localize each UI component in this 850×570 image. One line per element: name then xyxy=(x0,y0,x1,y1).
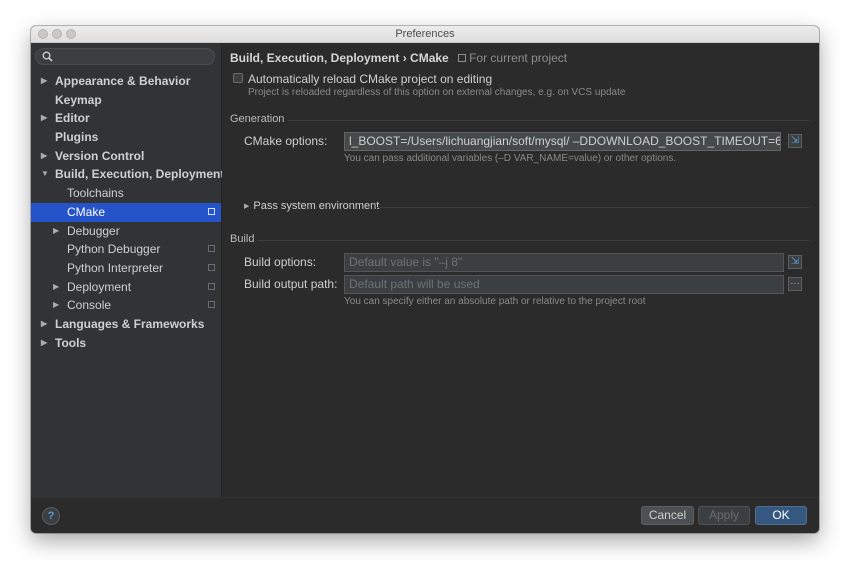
sidebar-item-label: Debugger xyxy=(67,223,120,238)
sidebar-item-label: Languages & Frameworks xyxy=(55,316,205,331)
sidebar-item-tools[interactable]: ▶ Tools xyxy=(31,334,221,353)
sidebar-item-label: Console xyxy=(67,298,112,313)
build-output-path-label: Build output path: xyxy=(244,277,338,291)
sidebar-item-plugins[interactable]: Plugins xyxy=(31,128,221,147)
settings-tree: ▶ Appearance & Behavior Keymap ▶ Editor Plugi… xyxy=(31,72,225,353)
search-icon xyxy=(42,51,53,62)
sidebar-item-label: Plugins xyxy=(55,130,99,145)
expand-arrow-icon[interactable]: ▶ xyxy=(53,296,59,315)
sidebar-item-python-debugger[interactable]: Python Debugger xyxy=(31,240,221,259)
sidebar-item-label: Toolchains xyxy=(67,186,124,201)
expand-arrow-icon[interactable]: ▶ xyxy=(41,147,47,166)
settings-sidebar: ▶ Appearance & Behavior Keymap ▶ Editor Plugi… xyxy=(31,43,225,498)
expand-arrow-icon[interactable]: ▶ xyxy=(41,334,47,353)
sidebar-item-label: Build, Execution, Deployment xyxy=(55,167,225,182)
sidebar-item-appearance-behavior[interactable]: ▶ Appearance & Behavior xyxy=(31,72,221,91)
project-copy-icon xyxy=(208,301,215,309)
breadcrumb-separator: › xyxy=(402,51,407,65)
project-copy-icon xyxy=(208,263,215,271)
expand-triangle-icon: ▶ xyxy=(244,203,250,210)
dialog-footer: ? Cancel Apply OK xyxy=(31,497,819,533)
cmake-options-hint: You can pass additional variables (–D VA… xyxy=(344,153,677,164)
sidebar-item-debugger[interactable]: ▶ Debugger xyxy=(31,222,221,241)
pass-system-environment-toggle[interactable]: ▶ Pass system environment xyxy=(244,200,379,212)
sidebar-item-label: Tools xyxy=(55,335,87,350)
zoom-window-button[interactable] xyxy=(66,29,76,39)
sidebar-item-label: Deployment xyxy=(67,279,132,294)
sidebar-item-label: Python Interpreter xyxy=(67,260,164,275)
window-title: Preferences xyxy=(395,28,455,40)
sidebar-item-python-interpreter[interactable]: Python Interpreter xyxy=(31,259,221,278)
cmake-options-label: CMake options: xyxy=(244,134,328,148)
ok-button[interactable]: OK xyxy=(755,506,807,525)
auto-reload-checkbox[interactable] xyxy=(233,73,243,83)
sidebar-item-toolchains[interactable]: Toolchains xyxy=(31,184,221,203)
sidebar-item-label: Editor xyxy=(55,111,90,126)
build-output-path-input[interactable]: Default path will be used xyxy=(344,275,784,294)
project-copy-icon xyxy=(208,282,215,290)
sidebar-item-console[interactable]: ▶ Console xyxy=(31,296,221,315)
sidebar-item-keymap[interactable]: Keymap xyxy=(31,91,221,110)
sidebar-item-build-execution-deployment[interactable]: ▼ Build, Execution, Deployment xyxy=(31,165,225,184)
sidebar-item-deployment[interactable]: ▶ Deployment xyxy=(31,278,221,297)
expand-field-icon[interactable]: ⇲ xyxy=(788,134,802,148)
breadcrumb: Build, Execution, Deployment › CMake For… xyxy=(230,51,567,65)
sidebar-item-editor[interactable]: ▶ Editor xyxy=(31,109,221,128)
project-copy-icon xyxy=(208,207,215,215)
sidebar-item-label: Python Debugger xyxy=(67,242,161,257)
expand-arrow-icon[interactable]: ▶ xyxy=(41,315,47,334)
cmake-settings-panel: Build, Execution, Deployment › CMake For… xyxy=(222,43,819,498)
project-copy-icon xyxy=(208,245,215,253)
expand-arrow-icon[interactable]: ▶ xyxy=(53,222,59,241)
browse-button[interactable]: … xyxy=(788,277,802,291)
sidebar-item-label: Appearance & Behavior xyxy=(55,74,191,88)
auto-reload-label[interactable]: Automatically reload CMake project on ed… xyxy=(248,72,492,86)
settings-search-input[interactable] xyxy=(35,48,215,65)
sidebar-item-label: Version Control xyxy=(55,148,145,163)
sidebar-item-label: Keymap xyxy=(55,92,102,107)
build-output-path-hint: You can specify either an absolute path … xyxy=(344,296,646,307)
build-options-label: Build options: xyxy=(244,255,317,269)
expand-field-icon[interactable]: ⇲ xyxy=(788,255,802,269)
close-window-button[interactable] xyxy=(38,29,48,39)
sidebar-item-label: CMake xyxy=(67,204,106,219)
expand-arrow-icon[interactable]: ▶ xyxy=(41,72,47,91)
title-bar: Preferences xyxy=(31,26,819,43)
generation-section-header: Generation xyxy=(230,113,809,127)
collapse-arrow-icon[interactable]: ▼ xyxy=(41,165,49,184)
minimize-window-button[interactable] xyxy=(52,29,62,39)
breadcrumb-parent: Build, Execution, Deployment xyxy=(230,51,400,65)
breadcrumb-current: CMake xyxy=(410,51,449,65)
auto-reload-hint: Project is reloaded regardless of this o… xyxy=(248,87,626,98)
expand-arrow-icon[interactable]: ▶ xyxy=(41,109,47,128)
preferences-window: Preferences ▶ Appearance & Behavior Keymap… xyxy=(31,26,819,533)
cmake-options-input[interactable]: l_BOOST=/Users/lichuangjian/soft/mysql/ … xyxy=(344,132,781,151)
expand-arrow-icon[interactable]: ▶ xyxy=(53,278,59,297)
sidebar-item-version-control[interactable]: ▶ Version Control xyxy=(31,147,221,166)
build-options-input[interactable]: Default value is "–j 8" xyxy=(344,253,784,272)
apply-button[interactable]: Apply xyxy=(698,506,750,525)
help-button[interactable]: ? xyxy=(42,507,60,525)
sidebar-item-cmake[interactable]: CMake xyxy=(31,202,221,222)
divider xyxy=(377,207,809,208)
project-scope-label: For current project xyxy=(458,51,567,65)
cancel-button[interactable]: Cancel xyxy=(641,506,694,525)
project-copy-icon xyxy=(458,54,467,62)
sidebar-item-languages-frameworks[interactable]: ▶ Languages & Frameworks xyxy=(31,315,221,334)
build-section-header: Build xyxy=(230,233,809,247)
